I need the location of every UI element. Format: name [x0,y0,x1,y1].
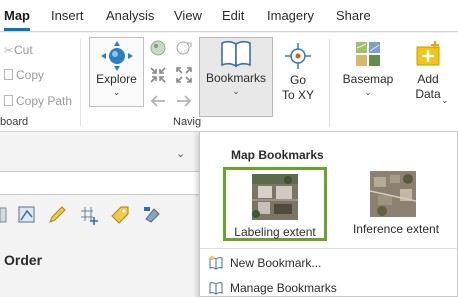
chevron-down-icon: ⌄ [112,87,121,97]
search-input[interactable] [0,171,200,195]
fixed-zoom-in-icon[interactable] [149,66,167,84]
add-feature-icon[interactable] [79,205,99,225]
clipboard-group-label: board [0,116,29,128]
drawing-order-icon[interactable] [17,205,37,225]
bookmark-thumbnail [370,171,416,217]
bookmark-inference-extent[interactable]: Inference extent [344,167,448,241]
tab-view[interactable]: View [174,0,202,32]
forward-arrow-icon[interactable] [175,92,193,110]
go-to-xy-button[interactable]: Go To XY [278,37,318,103]
add-data-icon [416,41,440,66]
copy-path-icon [4,95,13,106]
bookmark-thumbnail [252,174,298,220]
chevron-down-icon[interactable]: ⌄ [441,95,449,106]
bookmarks-dropdown: Map Bookmarks Labeling extent Inference … [199,131,458,297]
bookmark-label: Labeling extent [234,225,316,239]
ribbon-tab-bar: Map Insert Analysis View Edit Imagery Sh… [0,0,458,32]
chevron-down-icon: ⌄ [364,87,372,97]
add-data-button[interactable]: Add Data [406,37,450,102]
crosshair-icon [285,43,311,69]
copy-icon [4,69,13,80]
full-extent-icon[interactable] [149,39,167,57]
tab-edit[interactable]: Edit [222,0,244,32]
bookmark-labeling-extent[interactable]: Labeling extent [223,167,327,241]
bookmark-label: Inference extent [352,222,440,236]
book-icon [221,40,251,68]
new-bookmark-icon [208,255,224,271]
cut-button[interactable]: ✂Cut [4,40,33,60]
ribbon: ✂Cut Copy Copy Path board Explore ⌄ Navi… [0,33,458,132]
explore-button[interactable]: Explore ⌄ [89,37,144,107]
previous-extent-icon[interactable] [175,39,193,57]
copy-button[interactable]: Copy [4,65,44,85]
explore-icon [100,41,133,71]
bookmarks-button[interactable]: Bookmarks ⌄ [199,37,273,117]
tab-insert[interactable]: Insert [51,0,84,32]
dropdown-title: Map Bookmarks [231,148,324,162]
manage-bookmarks-icon [208,280,224,296]
tab-analysis[interactable]: Analysis [106,0,154,32]
dropdown-divider [200,248,457,249]
fixed-zoom-out-icon[interactable] [175,66,193,84]
back-arrow-icon[interactable] [149,92,167,110]
basemap-icon [356,42,380,66]
basemap-button[interactable]: Basemap ⌄ [340,37,396,97]
group-divider [329,39,330,127]
symbology-icon[interactable] [142,205,162,225]
tab-share[interactable]: Share [336,0,371,32]
navigate-group-label: Navig [173,116,202,128]
scissors-icon: ✂ [4,45,14,57]
label-tag-icon[interactable] [110,205,130,225]
pencil-icon[interactable] [47,205,67,225]
chevron-down-icon: ⌄ [232,86,240,96]
tab-map[interactable]: Map [4,0,30,32]
chevron-down-icon[interactable]: ⌄ [176,147,185,160]
group-divider [80,39,81,127]
pane-heading: Order [4,252,43,268]
tab-imagery[interactable]: Imagery [267,0,314,32]
copy-path-button[interactable]: Copy Path [4,91,72,111]
